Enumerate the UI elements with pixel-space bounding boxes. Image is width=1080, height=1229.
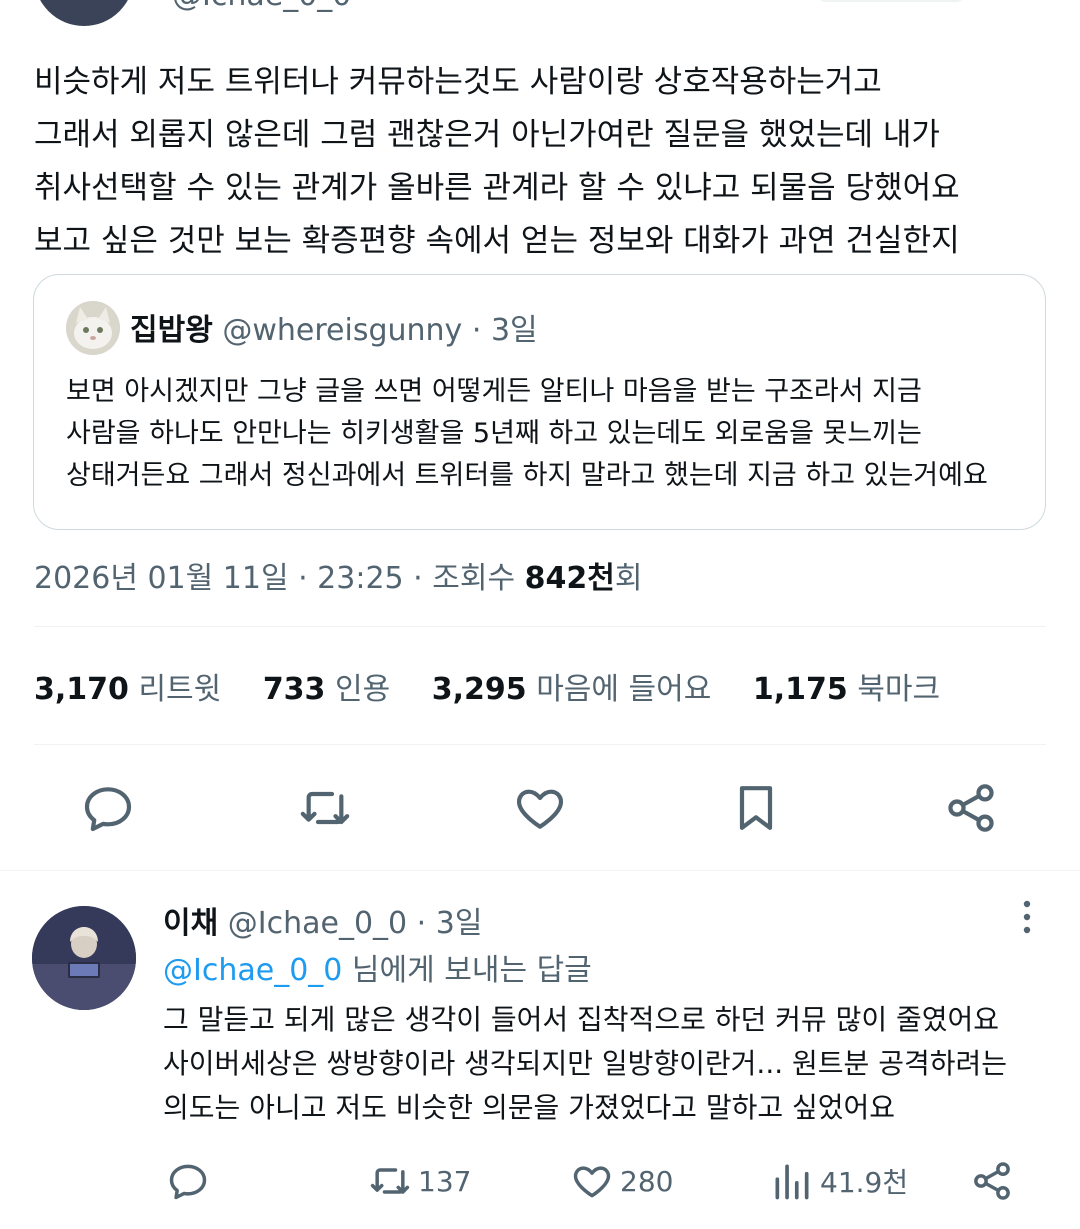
stat-label: 인용 [334,672,391,707]
reply-like-button[interactable]: 280 [570,1156,673,1206]
stat-label: 마음에 들어요 [536,672,712,707]
reply-retweet-count: 137 [418,1164,472,1198]
stat-label: 북마크 [857,672,941,707]
stat-label: 리트윗 [138,672,222,707]
reply-views-button[interactable]: 41.9천 [770,1156,908,1206]
separator-dot: · [416,906,427,941]
stat-value: 733 [262,672,326,707]
tweet-line: 취사선택할 수 있는 관계가 올바른 관계라 할 수 있냐고 되물음 당했어요 [34,170,960,206]
replying-to: @Ichae_0_0 님에게 보내는 답글 [163,945,592,989]
section-divider [0,870,1080,871]
stat-bookmarks[interactable]: 1,175 북마크 [753,664,940,708]
engagement-stats: 3,170 리트윗 733 인용 3,295 마음에 들어요 1,175 북마크 [34,664,972,708]
tweet-line: 비슷하게 저도 트위터나 커뮤하는것도 사람이랑 상호작용하는거고 [34,64,882,100]
tweet-datetime[interactable]: 2026년 01월 11일 · 23:25 · 조회수 [34,561,515,596]
follow-button[interactable] [816,0,966,2]
reply-line: 사이버세상은 쌍방향이라 생각되지만 일방향이란거... 원트분 공격하려는 [163,1047,1008,1080]
like-button[interactable] [512,780,568,836]
like-icon [573,1166,611,1198]
reply-line: 의도는 아니고 저도 비슷한 의문을 가졌었다고 말하고 싶었어요 [163,1091,896,1124]
more-vertical-icon [1023,900,1031,934]
reply-handle[interactable]: @Ichae_0_0 [228,906,407,941]
like-icon [516,789,564,829]
reply-mention-link[interactable]: @Ichae_0_0 [163,953,342,988]
reply-line: 그 말듣고 되게 많은 생각이 들어서 집착적으로 하던 커뮤 많이 줄였어요 [163,1003,1000,1036]
retweet-icon [300,791,350,825]
quoted-avatar[interactable] [66,301,120,355]
view-count: 842천 [524,561,615,596]
tweet-action-bar [0,780,1080,836]
replying-to-suffix: 님에게 보내는 답글 [342,953,592,988]
tweet-text: 비슷하게 저도 트위터나 커뮤하는것도 사람이랑 상호작용하는거고 그래서 외롭… [34,56,1044,268]
quoted-header: 집밥왕 @whereisgunny · 3일 [130,305,538,349]
share-button[interactable] [943,780,999,836]
reply-icon [169,1164,207,1200]
view-count-suffix: 회 [614,561,643,596]
quoted-line: 보면 아시겠지만 그냥 글을 쓰면 어떻게든 알티나 마음을 받는 구조라서 지… [66,376,922,407]
reply-view-count: 41.9천 [820,1166,909,1199]
bookmark-icon [739,786,773,830]
divider [34,626,1046,627]
author-handle[interactable]: @Ichae_0_0 [172,0,351,13]
share-icon [948,784,994,832]
reply-action-bar: 137 280 41.9천 [0,1156,1080,1206]
divider [34,744,1046,745]
reply-avatar[interactable] [32,906,136,1010]
reply-name[interactable]: 이채 [163,906,218,941]
stat-retweets[interactable]: 3,170 리트윗 [34,664,221,708]
reply-share-button[interactable] [970,1156,1020,1206]
reply-like-count: 280 [620,1164,674,1198]
reply-icon [84,787,132,832]
quoted-line: 사람을 하나도 안만나는 히키생활을 5년째 하고 있는데도 외로움을 못느끼는 [66,418,922,449]
reply-time[interactable]: 3일 [436,906,483,941]
reply-text: 그 말듣고 되게 많은 생각이 들어서 집착적으로 하던 커뮤 많이 줄였어요 … [163,998,1043,1130]
reply-retweet-button[interactable]: 137 [368,1156,471,1206]
retweet-button[interactable] [297,780,353,836]
stat-value: 3,295 [431,672,527,707]
tweet-meta: 2026년 01월 11일 · 23:25 · 조회수 842천회 [34,553,642,597]
retweet-icon [370,1168,410,1194]
reply-button[interactable] [80,780,136,836]
reply-header: 이채 @Ichae_0_0 · 3일 [163,898,482,942]
stat-likes[interactable]: 3,295 마음에 들어요 [432,664,712,708]
stat-value: 1,175 [752,672,848,707]
analytics-icon [775,1164,809,1200]
tweet-line: 그래서 외롭지 않은데 그럼 괜찮은거 아닌가여란 질문을 했었는데 내가 [34,117,940,153]
author-avatar[interactable] [34,0,134,26]
quoted-time[interactable]: 3일 [491,313,538,348]
quoted-text: 보면 아시겠지만 그냥 글을 쓰면 어떻게든 알티나 마음을 받는 구조라서 지… [66,371,1026,497]
stat-quotes[interactable]: 733 인용 [263,664,390,708]
quoted-line: 상태거든요 그래서 정신과에서 트위터를 하지 말라고 했는데 지금 하고 있는… [66,460,988,491]
tweet-line: 보고 싶은 것만 보는 확증편향 속에서 얻는 정보와 대화가 과연 건실한지 [34,223,960,259]
more-options-button[interactable] [1012,897,1042,937]
quoted-tweet[interactable]: 집밥왕 @whereisgunny · 3일 보면 아시겠지만 그냥 글을 쓰면… [33,274,1046,530]
quoted-name[interactable]: 집밥왕 [130,313,213,348]
reply-reply-button[interactable] [166,1156,216,1206]
share-icon [974,1162,1010,1200]
quoted-handle[interactable]: @whereisgunny [222,313,462,348]
stat-value: 3,170 [34,672,129,707]
bookmark-button[interactable] [728,780,784,836]
separator-dot: · [471,313,482,348]
